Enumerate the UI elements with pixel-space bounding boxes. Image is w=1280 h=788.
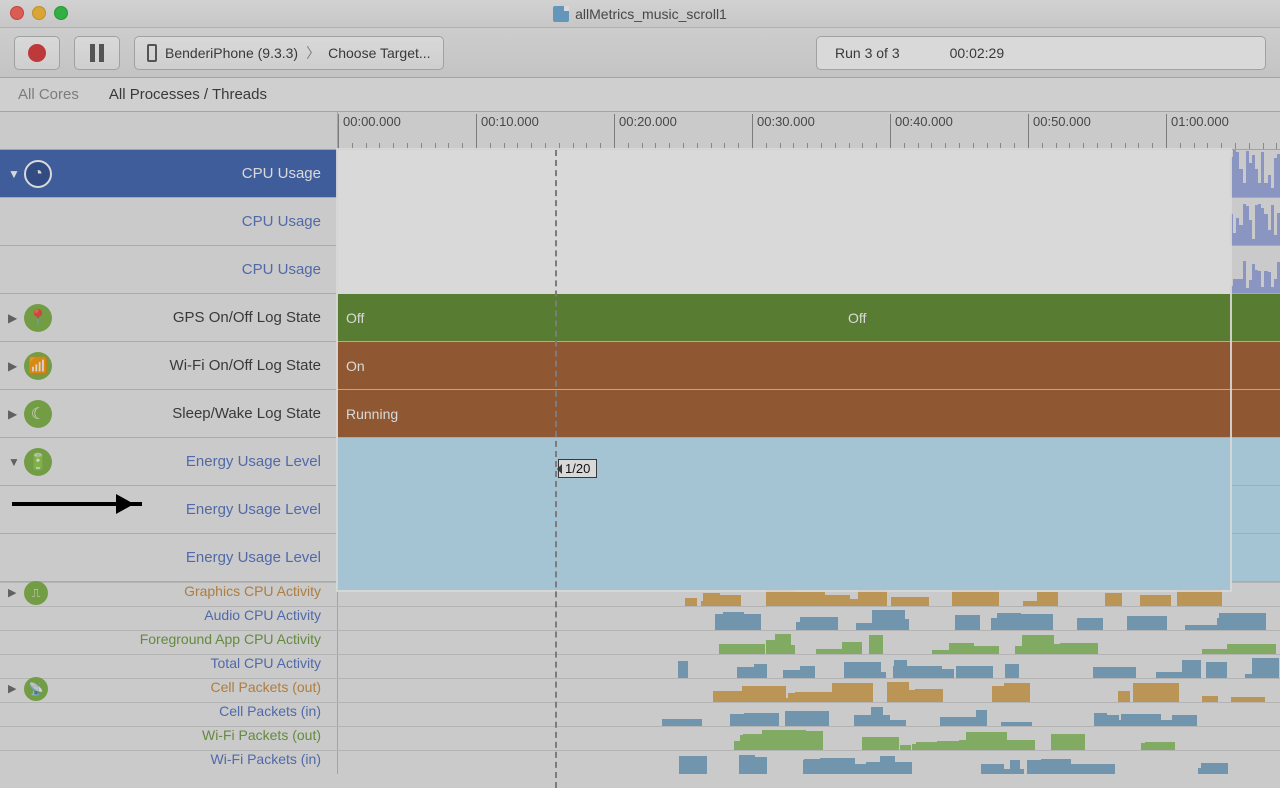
record-button[interactable] (14, 36, 60, 70)
record-icon (28, 44, 46, 62)
window-titlebar: allMetrics_music_scroll1 (0, 0, 1280, 28)
minitrack-label: Cell Packets (in) (0, 703, 338, 726)
disclosure-right-icon[interactable]: ▶ (8, 311, 17, 325)
tab-all-processes[interactable]: All Processes / Threads (109, 86, 267, 103)
disclosure-down-icon[interactable]: ▼ (8, 455, 20, 469)
minitrack[interactable]: Cell Packets (in) (0, 702, 1280, 726)
run-status-box[interactable]: Run 3 of 3 00:02:29 (816, 36, 1266, 70)
ruler-tick: 00:30.000 (752, 114, 815, 151)
window-title-text: allMetrics_music_scroll1 (575, 6, 727, 22)
close-icon[interactable] (10, 6, 24, 20)
track-wifi[interactable]: ▶ 📶 Wi-Fi On/Off Log State On (0, 342, 1280, 390)
location-icon: 📍 (24, 304, 52, 332)
track-label: CPU Usage (242, 261, 321, 278)
disclosure-right-icon[interactable]: ▶ (8, 586, 16, 599)
pause-button[interactable] (74, 36, 120, 70)
ruler-tick: 00:50.000 (1028, 114, 1091, 151)
state-bar: OffOff (338, 294, 1280, 341)
wifi-icon: 📶 (24, 352, 52, 380)
window-title: allMetrics_music_scroll1 (553, 6, 727, 22)
chevron-right-icon: 〉 (306, 43, 320, 63)
disclosure-right-icon[interactable]: ▶ (8, 359, 17, 373)
track-label: Wi-Fi On/Off Log State (170, 357, 321, 374)
minitrack[interactable]: Total CPU Activity (0, 654, 1280, 678)
track-label: Energy Usage Level (186, 549, 321, 566)
strategy-tabs: All Cores All Processes / Threads (0, 78, 1280, 112)
minitrack[interactable]: Wi-Fi Packets (out) (0, 726, 1280, 750)
minitrack-label: Graphics CPU Activity▶⎍ (0, 583, 338, 606)
moon-icon: ☾ (24, 400, 52, 428)
ruler-tick: 00:00.000 (338, 114, 401, 151)
ruler-tick: 00:10.000 (476, 114, 539, 151)
track-sleepwake[interactable]: ▶ ☾ Sleep/Wake Log State Running (0, 390, 1280, 438)
arrow-annotation (12, 502, 142, 506)
ruler-tick: 00:20.000 (614, 114, 677, 151)
timeline-ruler[interactable]: 00:00.000 00:10.000 00:20.000 00:30.000 00:4… (0, 112, 1280, 150)
pause-icon (90, 44, 104, 62)
ruler-tick: 00:40.000 (890, 114, 953, 151)
track-label: CPU Usage (242, 165, 321, 182)
document-icon (553, 6, 569, 22)
minimize-icon[interactable] (32, 6, 46, 20)
track-gps[interactable]: ▶ 📍 GPS On/Off Log State OffOff (0, 294, 1280, 342)
state-bar: On (338, 342, 1280, 389)
minitrack[interactable]: Foreground App CPU Activity (0, 630, 1280, 654)
track-label: Energy Usage Level (186, 501, 321, 518)
network-icon: 📡 (24, 677, 48, 701)
run-index-label: Run 3 of 3 (835, 45, 900, 61)
disclosure-down-icon[interactable]: ▼ (8, 167, 20, 181)
device-icon (147, 44, 157, 62)
state-bar: Running (338, 390, 1280, 437)
minitrack-label: Wi-Fi Packets (in) (0, 751, 338, 774)
minitrack-label: Foreground App CPU Activity (0, 631, 338, 654)
minitrack[interactable]: Wi-Fi Packets (in) (0, 750, 1280, 774)
minitrack-label: Total CPU Activity (0, 655, 338, 678)
run-time-label: 00:02:29 (950, 45, 1005, 61)
minitrack-label: Cell Packets (out)▶📡 (0, 679, 338, 702)
cpu-gauge-icon: ◔ (24, 160, 52, 188)
disclosure-right-icon[interactable]: ▶ (8, 407, 17, 421)
ruler-tick: 01:00.000 (1166, 114, 1229, 151)
activity-icon: ⎍ (24, 581, 48, 605)
target-selector[interactable]: BenderiPhone (9.3.3) 〉 Choose Target... (134, 36, 444, 70)
battery-icon: 🔋 (24, 448, 52, 476)
zoom-icon[interactable] (54, 6, 68, 20)
value-popup: 1/20 (558, 459, 597, 478)
track-label: Energy Usage Level (186, 453, 321, 470)
track-label: Sleep/Wake Log State (172, 405, 321, 422)
tab-all-cores[interactable]: All Cores (18, 86, 79, 103)
minitrack-label: Audio CPU Activity (0, 607, 338, 630)
minitrack[interactable]: Cell Packets (out)▶📡 (0, 678, 1280, 702)
track-label: GPS On/Off Log State (173, 309, 321, 326)
minitrack[interactable]: Audio CPU Activity (0, 606, 1280, 630)
track-label: CPU Usage (242, 213, 321, 230)
target-process-label: Choose Target... (328, 45, 430, 61)
toolbar: BenderiPhone (9.3.3) 〉 Choose Target... … (0, 28, 1280, 78)
traffic-lights (10, 6, 68, 20)
target-device-label: BenderiPhone (9.3.3) (165, 45, 298, 61)
disclosure-right-icon[interactable]: ▶ (8, 682, 16, 695)
minitrack-label: Wi-Fi Packets (out) (0, 727, 338, 750)
